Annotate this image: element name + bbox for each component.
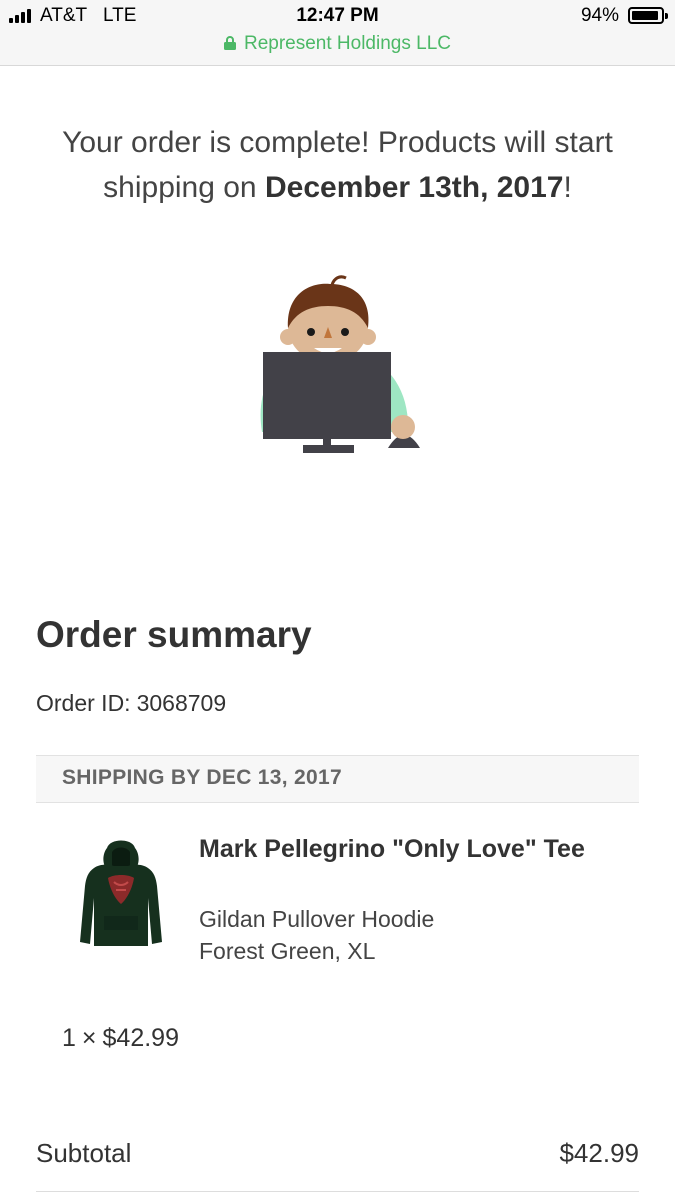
unit-price: $42.99 <box>102 1024 179 1052</box>
clock: 12:47 PM <box>296 5 379 26</box>
order-id-label: Order ID: <box>36 690 131 716</box>
quantity-price: 1 × $42.99 <box>62 1024 179 1053</box>
battery-fill <box>632 11 659 20</box>
shipping-group-header: SHIPPING BY DEC 13, 2017 <box>36 755 639 803</box>
hoodie-product-image[interactable] <box>74 838 168 956</box>
battery-percent: 94% <box>580 5 619 26</box>
order-summary-heading: Order summary <box>36 614 312 655</box>
order-complete-message: Your order is complete! Products will st… <box>40 120 635 210</box>
site-name: Represent Holdings LLC <box>243 33 451 54</box>
message-suffix: ! <box>563 171 572 204</box>
lock-icon <box>223 36 236 50</box>
status-bar: AT&T LTE 12:47 PM 94% Represent Holdings… <box>0 0 675 66</box>
order-id-value: 3068709 <box>136 690 227 716</box>
subtotal-row: Subtotal $42.99 <box>36 1136 639 1192</box>
times-sign: × <box>81 1024 97 1052</box>
product-name[interactable]: Mark Pellegrino "Only Love" Tee <box>199 830 609 869</box>
person-at-computer-illustration <box>260 275 420 453</box>
quantity: 1 <box>62 1024 76 1052</box>
site-identity[interactable]: Represent Holdings LLC <box>0 33 675 55</box>
product-variant: Forest Green, XL <box>199 938 376 964</box>
order-id: Order ID: 3068709 <box>36 690 226 717</box>
subtotal-label: Subtotal <box>36 1138 132 1168</box>
product-style: Gildan Pullover Hoodie <box>199 906 435 932</box>
shipping-date-label: SHIPPING BY DEC 13, 2017 <box>62 766 342 789</box>
subtotal-value: $42.99 <box>559 1138 639 1168</box>
battery-icon <box>628 7 668 24</box>
ship-date: December 13th, 2017 <box>264 171 564 204</box>
